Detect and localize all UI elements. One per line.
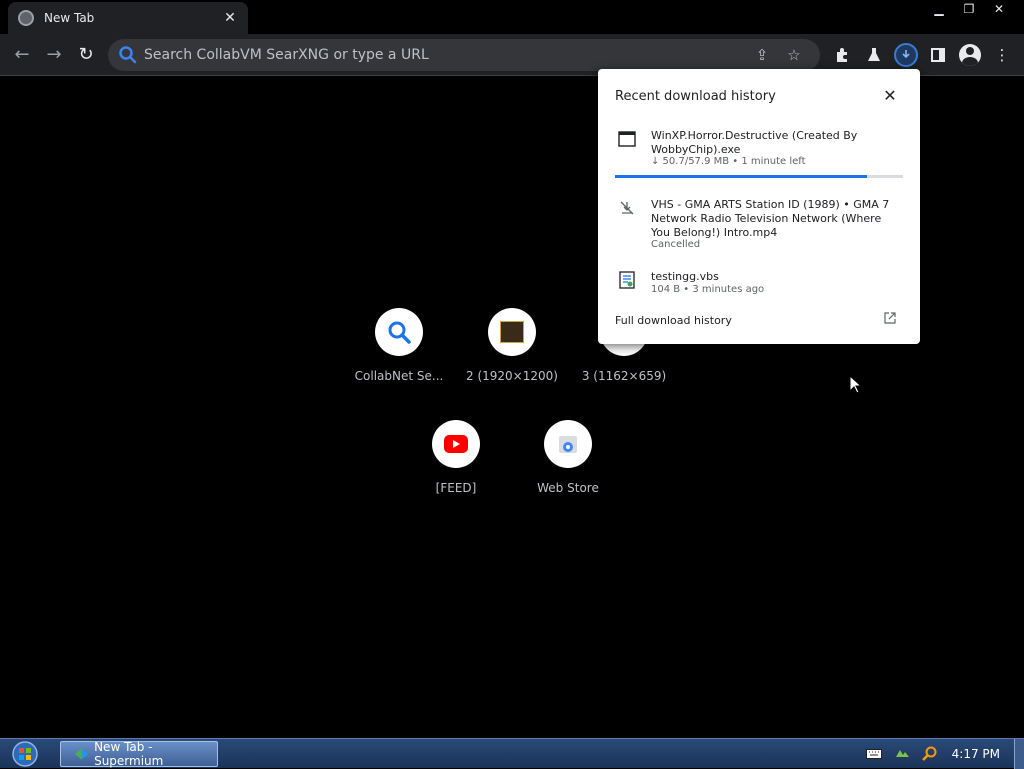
keyboard-icon[interactable] <box>864 746 884 762</box>
download-filename: testingg.vbs <box>651 270 719 283</box>
tab-new-tab[interactable]: New Tab ✕ <box>8 2 248 34</box>
forward-button[interactable]: → <box>38 39 70 71</box>
download-progress-icon <box>894 43 918 67</box>
start-orb-icon[interactable] <box>8 740 42 768</box>
web-store-icon <box>544 420 592 468</box>
search-tray-icon[interactable] <box>920 746 940 762</box>
cancelled-download-icon <box>620 201 634 215</box>
download-filename: VHS - GMA ARTS Station ID (1989) • GMA 7… <box>651 198 890 239</box>
share-icon[interactable]: ⇪ <box>746 41 778 69</box>
downloads-button[interactable] <box>890 39 922 71</box>
shortcut-label: CollabNet Se... <box>354 369 444 383</box>
toolbar-actions: ⋮ <box>826 39 1018 71</box>
shortcut-web-store[interactable]: Web Store <box>512 420 624 495</box>
shortcut-label: [FEED] <box>435 481 477 495</box>
extensions-icon[interactable] <box>826 39 858 71</box>
open-external-icon[interactable] <box>884 312 896 327</box>
avatar <box>959 44 981 66</box>
download-filename: WinXP.Horror.Destructive (Created By Wob… <box>651 129 858 156</box>
side-panel-icon[interactable] <box>922 39 954 71</box>
system-tray: 4:17 PM <box>860 739 1024 769</box>
show-desktop-button[interactable] <box>1014 739 1024 769</box>
restore-button[interactable]: ❐ <box>954 0 984 18</box>
taskbar-clock[interactable]: 4:17 PM <box>952 747 1000 761</box>
tab-title: New Tab <box>44 11 95 25</box>
full-download-history-link[interactable]: Full download history <box>615 314 732 327</box>
shortcut-2[interactable]: 2 (1920×1200) <box>456 308 568 383</box>
download-history-popup: Recent download history ✕ WinXP.Horror.D… <box>598 69 920 344</box>
close-tab-icon[interactable]: ✕ <box>222 10 238 26</box>
network-icon[interactable] <box>892 746 912 762</box>
shortcut-collabnet[interactable]: CollabNet Se... <box>343 308 455 383</box>
mouse-cursor-icon <box>849 375 863 394</box>
download-status: ↓ 50.7/57.9 MB • 1 minute left <box>651 156 806 167</box>
taskbar: New Tab - Supermium 4:17 PM <box>0 738 1024 769</box>
taskbar-app-label: New Tab - Supermium <box>94 740 164 768</box>
youtube-icon <box>432 420 480 468</box>
shortcut-feed[interactable]: [FEED] <box>400 420 512 495</box>
download-progress-bar <box>615 175 903 178</box>
bookmark-star-icon[interactable]: ☆ <box>778 41 810 69</box>
shortcut-label: 2 (1920×1200) <box>466 369 558 383</box>
download-progress-fill <box>615 175 867 178</box>
window-controls: ▁ ❐ ✕ <box>924 0 1014 18</box>
download-status: Cancelled <box>651 239 701 250</box>
supermium-icon <box>75 748 89 760</box>
shortcut-label: 3 (1162×659) <box>581 369 667 383</box>
menu-kebab-icon[interactable]: ⋮ <box>986 39 1018 71</box>
back-button[interactable]: ← <box>6 39 38 71</box>
script-file-icon <box>619 271 635 289</box>
search-icon <box>119 46 137 64</box>
minimize-button[interactable]: ▁ <box>924 0 954 18</box>
close-icon[interactable]: ✕ <box>881 87 899 105</box>
reload-button[interactable]: ↻ <box>70 39 102 71</box>
omnibox-placeholder: Search CollabVM SearXNG or type a URL <box>144 47 429 63</box>
exe-file-icon <box>618 131 636 147</box>
download-status: 104 B • 3 minutes ago <box>651 284 765 295</box>
search-icon <box>375 308 423 356</box>
labs-flask-icon[interactable] <box>858 39 890 71</box>
thumbnail-icon <box>488 308 536 356</box>
omnibox[interactable]: Search CollabVM SearXNG or type a URL ⇪ … <box>108 39 820 71</box>
close-window-button[interactable]: ✕ <box>984 0 1014 18</box>
shortcut-label: Web Store <box>537 481 599 495</box>
profile-button[interactable] <box>954 39 986 71</box>
title-bar: New Tab ✕ ▁ ❐ ✕ <box>0 0 1024 34</box>
tab-favicon-icon <box>18 10 34 26</box>
popup-title: Recent download history <box>615 89 776 104</box>
taskbar-app-button[interactable]: New Tab - Supermium <box>60 740 218 768</box>
